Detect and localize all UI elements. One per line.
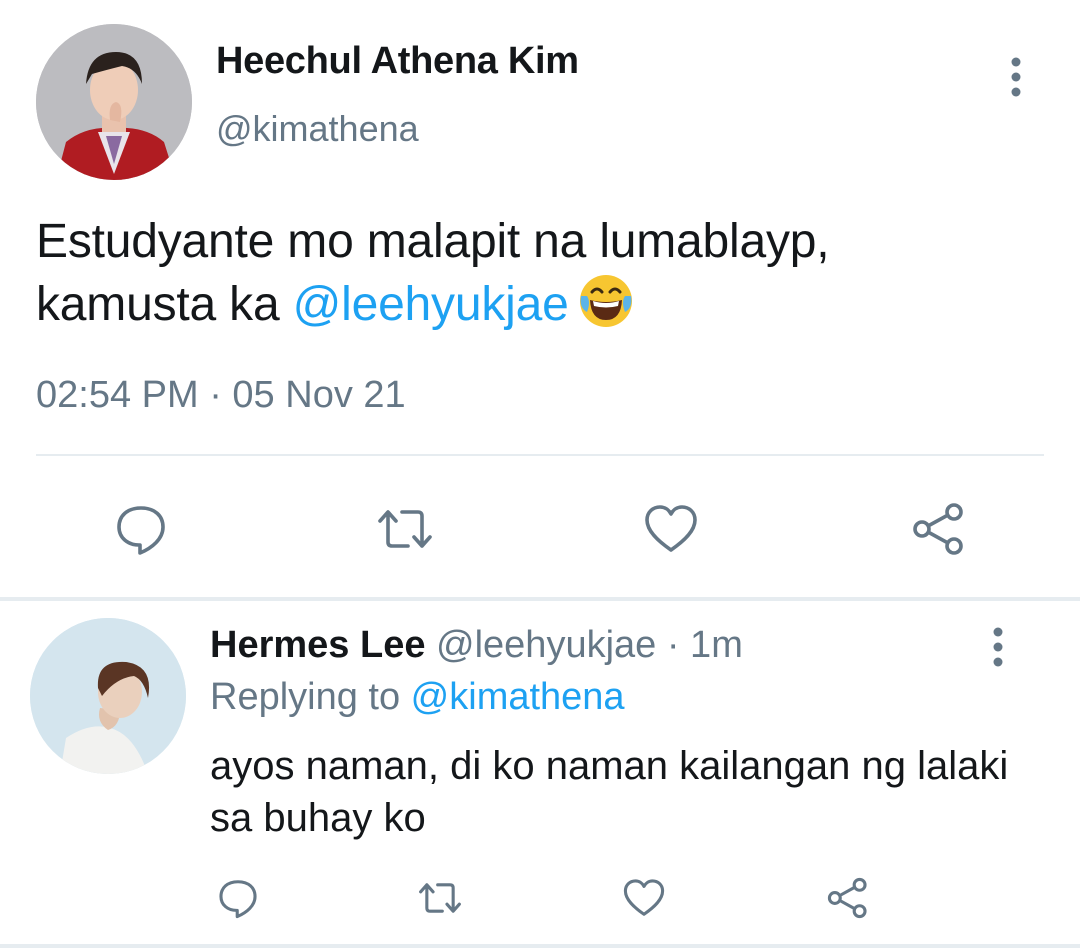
retweet-icon xyxy=(419,883,461,913)
replying-to-prefix: Replying to xyxy=(210,676,411,718)
retweet-button[interactable] xyxy=(370,494,440,564)
reply-icon xyxy=(117,506,165,555)
share-button[interactable] xyxy=(904,494,974,564)
reply-like-button[interactable] xyxy=(616,870,672,926)
reply-reply-button[interactable] xyxy=(210,870,266,926)
section-divider xyxy=(0,597,1080,601)
avatar-portrait xyxy=(36,24,192,180)
reply-author-avatar[interactable] xyxy=(30,618,186,774)
reply-handle-time: @leehyukjae · 1m xyxy=(425,624,743,666)
avatar-portrait xyxy=(30,618,186,774)
like-icon xyxy=(623,879,665,916)
reply-header: Hermes Lee @leehyukjae · 1m xyxy=(210,624,743,667)
replying-to: Replying to @kimathena xyxy=(210,676,625,719)
tweet-text-line1: Estudyante mo malapit na lumablayp, xyxy=(36,215,830,268)
share-icon xyxy=(827,877,867,919)
like-button[interactable] xyxy=(636,494,706,564)
laughing-tears-emoji-icon xyxy=(577,272,635,330)
share-icon xyxy=(913,503,963,555)
tweet-text: Estudyante mo malapit na lumablayp, kamu… xyxy=(36,212,1036,335)
author-avatar[interactable] xyxy=(36,24,192,180)
tweet-text-prefix: kamusta ka xyxy=(36,278,293,331)
like-icon xyxy=(645,505,697,552)
reply-author-name[interactable]: Hermes Lee xyxy=(210,624,425,666)
reply-share-button[interactable] xyxy=(820,870,876,926)
divider xyxy=(36,454,1044,456)
reply-text: ayos naman, di ko naman kailangan ng lal… xyxy=(210,744,1009,840)
mention-link[interactable]: @leehyukjae xyxy=(293,278,569,331)
reply-button[interactable] xyxy=(106,494,176,564)
author-handle[interactable]: @kimathena xyxy=(216,108,419,150)
more-options-icon[interactable] xyxy=(996,52,1036,102)
tweet-text-line2: kamusta ka @leehyukjae xyxy=(36,272,1036,335)
retweet-icon xyxy=(378,510,432,548)
author-name[interactable]: Heechul Athena Kim xyxy=(216,40,579,83)
reply-retweet-button[interactable] xyxy=(412,870,468,926)
replying-to-link[interactable]: @kimathena xyxy=(411,676,625,718)
reply-icon xyxy=(219,880,257,919)
tweet-timestamp[interactable]: 02:54 PM · 05 Nov 21 xyxy=(36,374,406,417)
reply-more-options-icon[interactable] xyxy=(978,622,1018,672)
bottom-divider xyxy=(0,944,1080,948)
